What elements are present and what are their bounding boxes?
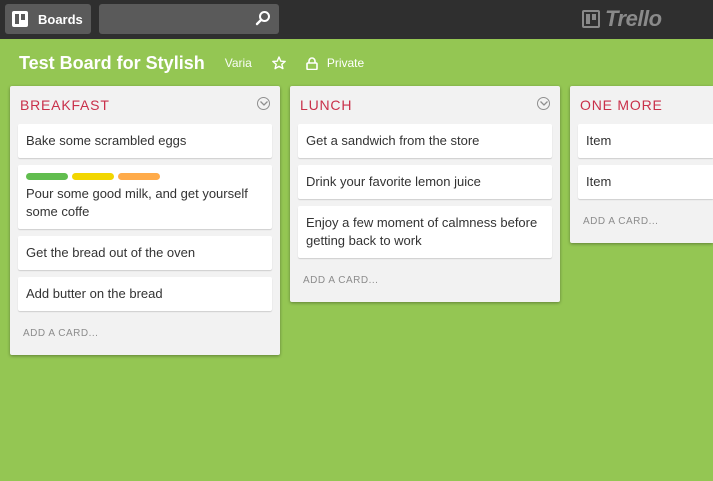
list-header: ONE MORE (570, 86, 713, 124)
trello-logo[interactable]: Trello (582, 6, 662, 31)
list-lunch: LUNCH Get a sandwich from the store Drin… (290, 86, 560, 302)
list-header: LUNCH (290, 86, 560, 124)
card[interactable]: Item (578, 165, 713, 199)
trello-logo-text: Trello (605, 6, 662, 31)
board-organization[interactable]: Varia (225, 56, 252, 70)
search-box[interactable] (99, 4, 279, 34)
list-menu-button[interactable] (537, 97, 550, 110)
label-orange (118, 173, 160, 180)
card-list: Item Item (570, 124, 713, 199)
boards-icon (12, 11, 28, 27)
search-input[interactable] (99, 4, 249, 34)
card-text: Item (586, 133, 612, 148)
board-privacy[interactable]: Private (327, 56, 364, 70)
lock-icon[interactable] (306, 56, 318, 70)
card-text: Add butter on the bread (26, 286, 163, 301)
card[interactable]: Bake some scrambled eggs (18, 124, 272, 158)
card-text: Item (586, 174, 612, 189)
card[interactable]: Get the bread out of the oven (18, 236, 272, 270)
trello-logo-icon (582, 10, 600, 28)
list-title[interactable]: LUNCH (300, 97, 352, 113)
chevron-down-icon (260, 101, 268, 106)
card[interactable]: Drink your favorite lemon juice (298, 165, 552, 199)
card-text: Get the bread out of the oven (26, 245, 196, 260)
card-list: Get a sandwich from the store Drink your… (290, 124, 560, 258)
top-header: Boards Trello (0, 0, 713, 39)
card-text: Enjoy a few moment of calmness before ge… (306, 215, 538, 248)
list-title[interactable]: ONE MORE (580, 97, 663, 113)
list-menu-button[interactable] (257, 97, 270, 110)
list-header: BREAKFAST (10, 86, 280, 124)
card[interactable]: Enjoy a few moment of calmness before ge… (298, 206, 552, 258)
card-text: Get a sandwich from the store (306, 133, 480, 148)
list-breakfast: BREAKFAST Bake some scrambled eggs Pour … (10, 86, 280, 355)
card-text: Bake some scrambled eggs (26, 133, 187, 148)
card-text: Drink your favorite lemon juice (306, 174, 481, 189)
star-icon[interactable] (271, 56, 286, 70)
boards-button[interactable]: Boards (5, 4, 91, 34)
search-icon[interactable] (255, 10, 271, 26)
add-card-button[interactable]: ADD A CARD... (10, 318, 280, 349)
list-one-more: ONE MORE Item Item ADD A CARD... (570, 86, 713, 243)
label-yellow (72, 173, 114, 180)
card[interactable]: Pour some good milk, and get yourself so… (18, 165, 272, 229)
card-list: Bake some scrambled eggs Pour some good … (10, 124, 280, 311)
card-labels (26, 173, 264, 180)
boards-button-label: Boards (38, 11, 83, 27)
list-title[interactable]: BREAKFAST (20, 97, 110, 113)
board-title[interactable]: Test Board for Stylish (19, 53, 205, 74)
card[interactable]: Add butter on the bread (18, 277, 272, 311)
add-card-button[interactable]: ADD A CARD... (570, 206, 713, 237)
chevron-down-icon (540, 101, 548, 106)
card[interactable]: Item (578, 124, 713, 158)
card[interactable]: Get a sandwich from the store (298, 124, 552, 158)
card-text: Pour some good milk, and get yourself so… (26, 186, 248, 219)
board-header: Test Board for Stylish Varia Private (19, 50, 364, 76)
add-card-button[interactable]: ADD A CARD... (290, 265, 560, 296)
label-green (26, 173, 68, 180)
